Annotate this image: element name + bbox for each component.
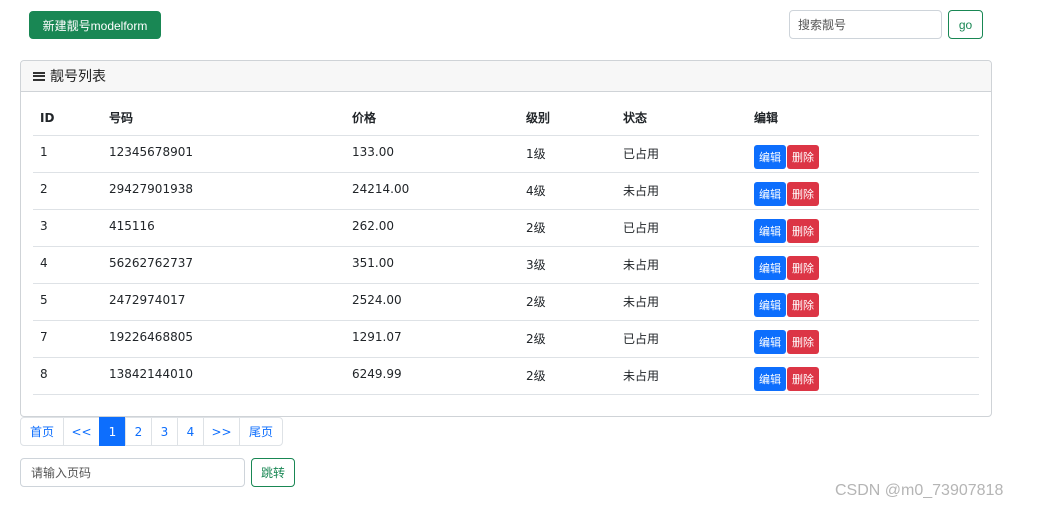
cell-level: 2级 [519, 320, 616, 358]
table-row: 7 19226468805 1291.07 2级 已占用 编辑 删除 [33, 320, 979, 358]
cell-mobile: 29427901938 [102, 172, 345, 210]
edit-button[interactable]: 编辑 [754, 218, 786, 243]
panel-title: 靓号列表 [50, 69, 106, 85]
cell-id: 1 [33, 135, 102, 173]
cell-price: 1291.07 [345, 320, 519, 358]
delete-button[interactable]: 删除 [787, 181, 819, 206]
cell-price: 262.00 [345, 209, 519, 247]
header-status: 状态 [616, 101, 747, 136]
pretty-number-panel: 靓号列表 ID 号码 价格 级别 状态 编辑 1 12345678901 133.0… [20, 60, 992, 417]
table-row: 1 12345678901 133.00 1级 已占用 编辑 删除 [33, 135, 979, 173]
page-4-link[interactable]: 4 [177, 417, 204, 446]
cell-level: 4级 [519, 172, 616, 210]
edit-button[interactable]: 编辑 [754, 292, 786, 317]
cell-level: 2级 [519, 209, 616, 247]
search-input[interactable] [789, 10, 942, 39]
delete-button[interactable]: 删除 [787, 218, 819, 243]
cell-mobile: 12345678901 [102, 135, 345, 173]
cell-actions: 编辑 删除 [747, 172, 979, 210]
edit-button[interactable]: 编辑 [754, 144, 786, 169]
cell-price: 6249.99 [345, 357, 519, 395]
list-icon [33, 71, 45, 81]
cell-id: 3 [33, 209, 102, 247]
cell-status: 未占用 [616, 283, 747, 321]
cell-id: 8 [33, 357, 102, 395]
table-row: 4 56262762737 351.00 3级 未占用 编辑 删除 [33, 246, 979, 284]
pretty-number-table: ID 号码 价格 级别 状态 编辑 1 12345678901 133.00 1级 已占… [33, 101, 979, 395]
header-id: ID [33, 101, 102, 136]
delete-button[interactable]: 删除 [787, 292, 819, 317]
cell-status: 已占用 [616, 209, 747, 247]
cell-id: 4 [33, 246, 102, 284]
cell-mobile: 13842144010 [102, 357, 345, 395]
panel-heading: 靓号列表 [21, 61, 991, 92]
page-first-link[interactable]: 首页 [20, 417, 64, 446]
table-row: 2 29427901938 24214.00 4级 未占用 编辑 删除 [33, 172, 979, 210]
page-number-input[interactable] [20, 458, 245, 487]
cell-actions: 编辑 删除 [747, 357, 979, 395]
delete-button[interactable]: 删除 [787, 366, 819, 391]
cell-actions: 编辑 删除 [747, 320, 979, 358]
cell-id: 5 [33, 283, 102, 321]
cell-price: 24214.00 [345, 172, 519, 210]
cell-price: 351.00 [345, 246, 519, 284]
cell-level: 2级 [519, 283, 616, 321]
page-prev-link[interactable]: << [63, 417, 100, 446]
header-edit: 编辑 [747, 101, 979, 136]
cell-actions: 编辑 删除 [747, 209, 979, 247]
cell-status: 未占用 [616, 246, 747, 284]
cell-id: 7 [33, 320, 102, 358]
edit-button[interactable]: 编辑 [754, 181, 786, 206]
delete-button[interactable]: 删除 [787, 144, 819, 169]
cell-actions: 编辑 删除 [747, 283, 979, 321]
cell-status: 未占用 [616, 357, 747, 395]
edit-button[interactable]: 编辑 [754, 366, 786, 391]
cell-status: 未占用 [616, 172, 747, 210]
cell-id: 2 [33, 172, 102, 210]
cell-status: 已占用 [616, 320, 747, 358]
cell-actions: 编辑 删除 [747, 135, 979, 173]
cell-level: 1级 [519, 135, 616, 173]
cell-status: 已占用 [616, 135, 747, 173]
table-header-row: ID 号码 价格 级别 状态 编辑 [33, 101, 979, 136]
table-row: 8 13842144010 6249.99 2级 未占用 编辑 删除 [33, 357, 979, 395]
cell-price: 2524.00 [345, 283, 519, 321]
delete-button[interactable]: 删除 [787, 329, 819, 354]
table-row: 5 2472974017 2524.00 2级 未占用 编辑 删除 [33, 283, 979, 321]
header-price: 价格 [345, 101, 519, 136]
page-next-link[interactable]: >> [203, 417, 240, 446]
search-go-button[interactable]: go [948, 10, 983, 39]
edit-button[interactable]: 编辑 [754, 255, 786, 280]
cell-mobile: 2472974017 [102, 283, 345, 321]
cell-mobile: 56262762737 [102, 246, 345, 284]
jump-button[interactable]: 跳转 [251, 458, 295, 487]
cell-mobile: 19226468805 [102, 320, 345, 358]
edit-button[interactable]: 编辑 [754, 329, 786, 354]
watermark: CSDN @m0_73907818 [835, 482, 1004, 499]
page-1-link[interactable]: 1 [99, 417, 126, 446]
table-row: 3 415116 262.00 2级 已占用 编辑 删除 [33, 209, 979, 247]
cell-level: 3级 [519, 246, 616, 284]
new-pretty-number-button[interactable]: 新建靓号modelform [29, 11, 161, 39]
cell-actions: 编辑 删除 [747, 246, 979, 284]
pagination: 首页 << 1 2 3 4 >> 尾页 [20, 417, 283, 446]
header-level: 级别 [519, 101, 616, 136]
cell-level: 2级 [519, 357, 616, 395]
cell-mobile: 415116 [102, 209, 345, 247]
cell-price: 133.00 [345, 135, 519, 173]
page-3-link[interactable]: 3 [151, 417, 178, 446]
header-mobile: 号码 [102, 101, 345, 136]
page-last-link[interactable]: 尾页 [239, 417, 283, 446]
delete-button[interactable]: 删除 [787, 255, 819, 280]
page-2-link[interactable]: 2 [125, 417, 152, 446]
